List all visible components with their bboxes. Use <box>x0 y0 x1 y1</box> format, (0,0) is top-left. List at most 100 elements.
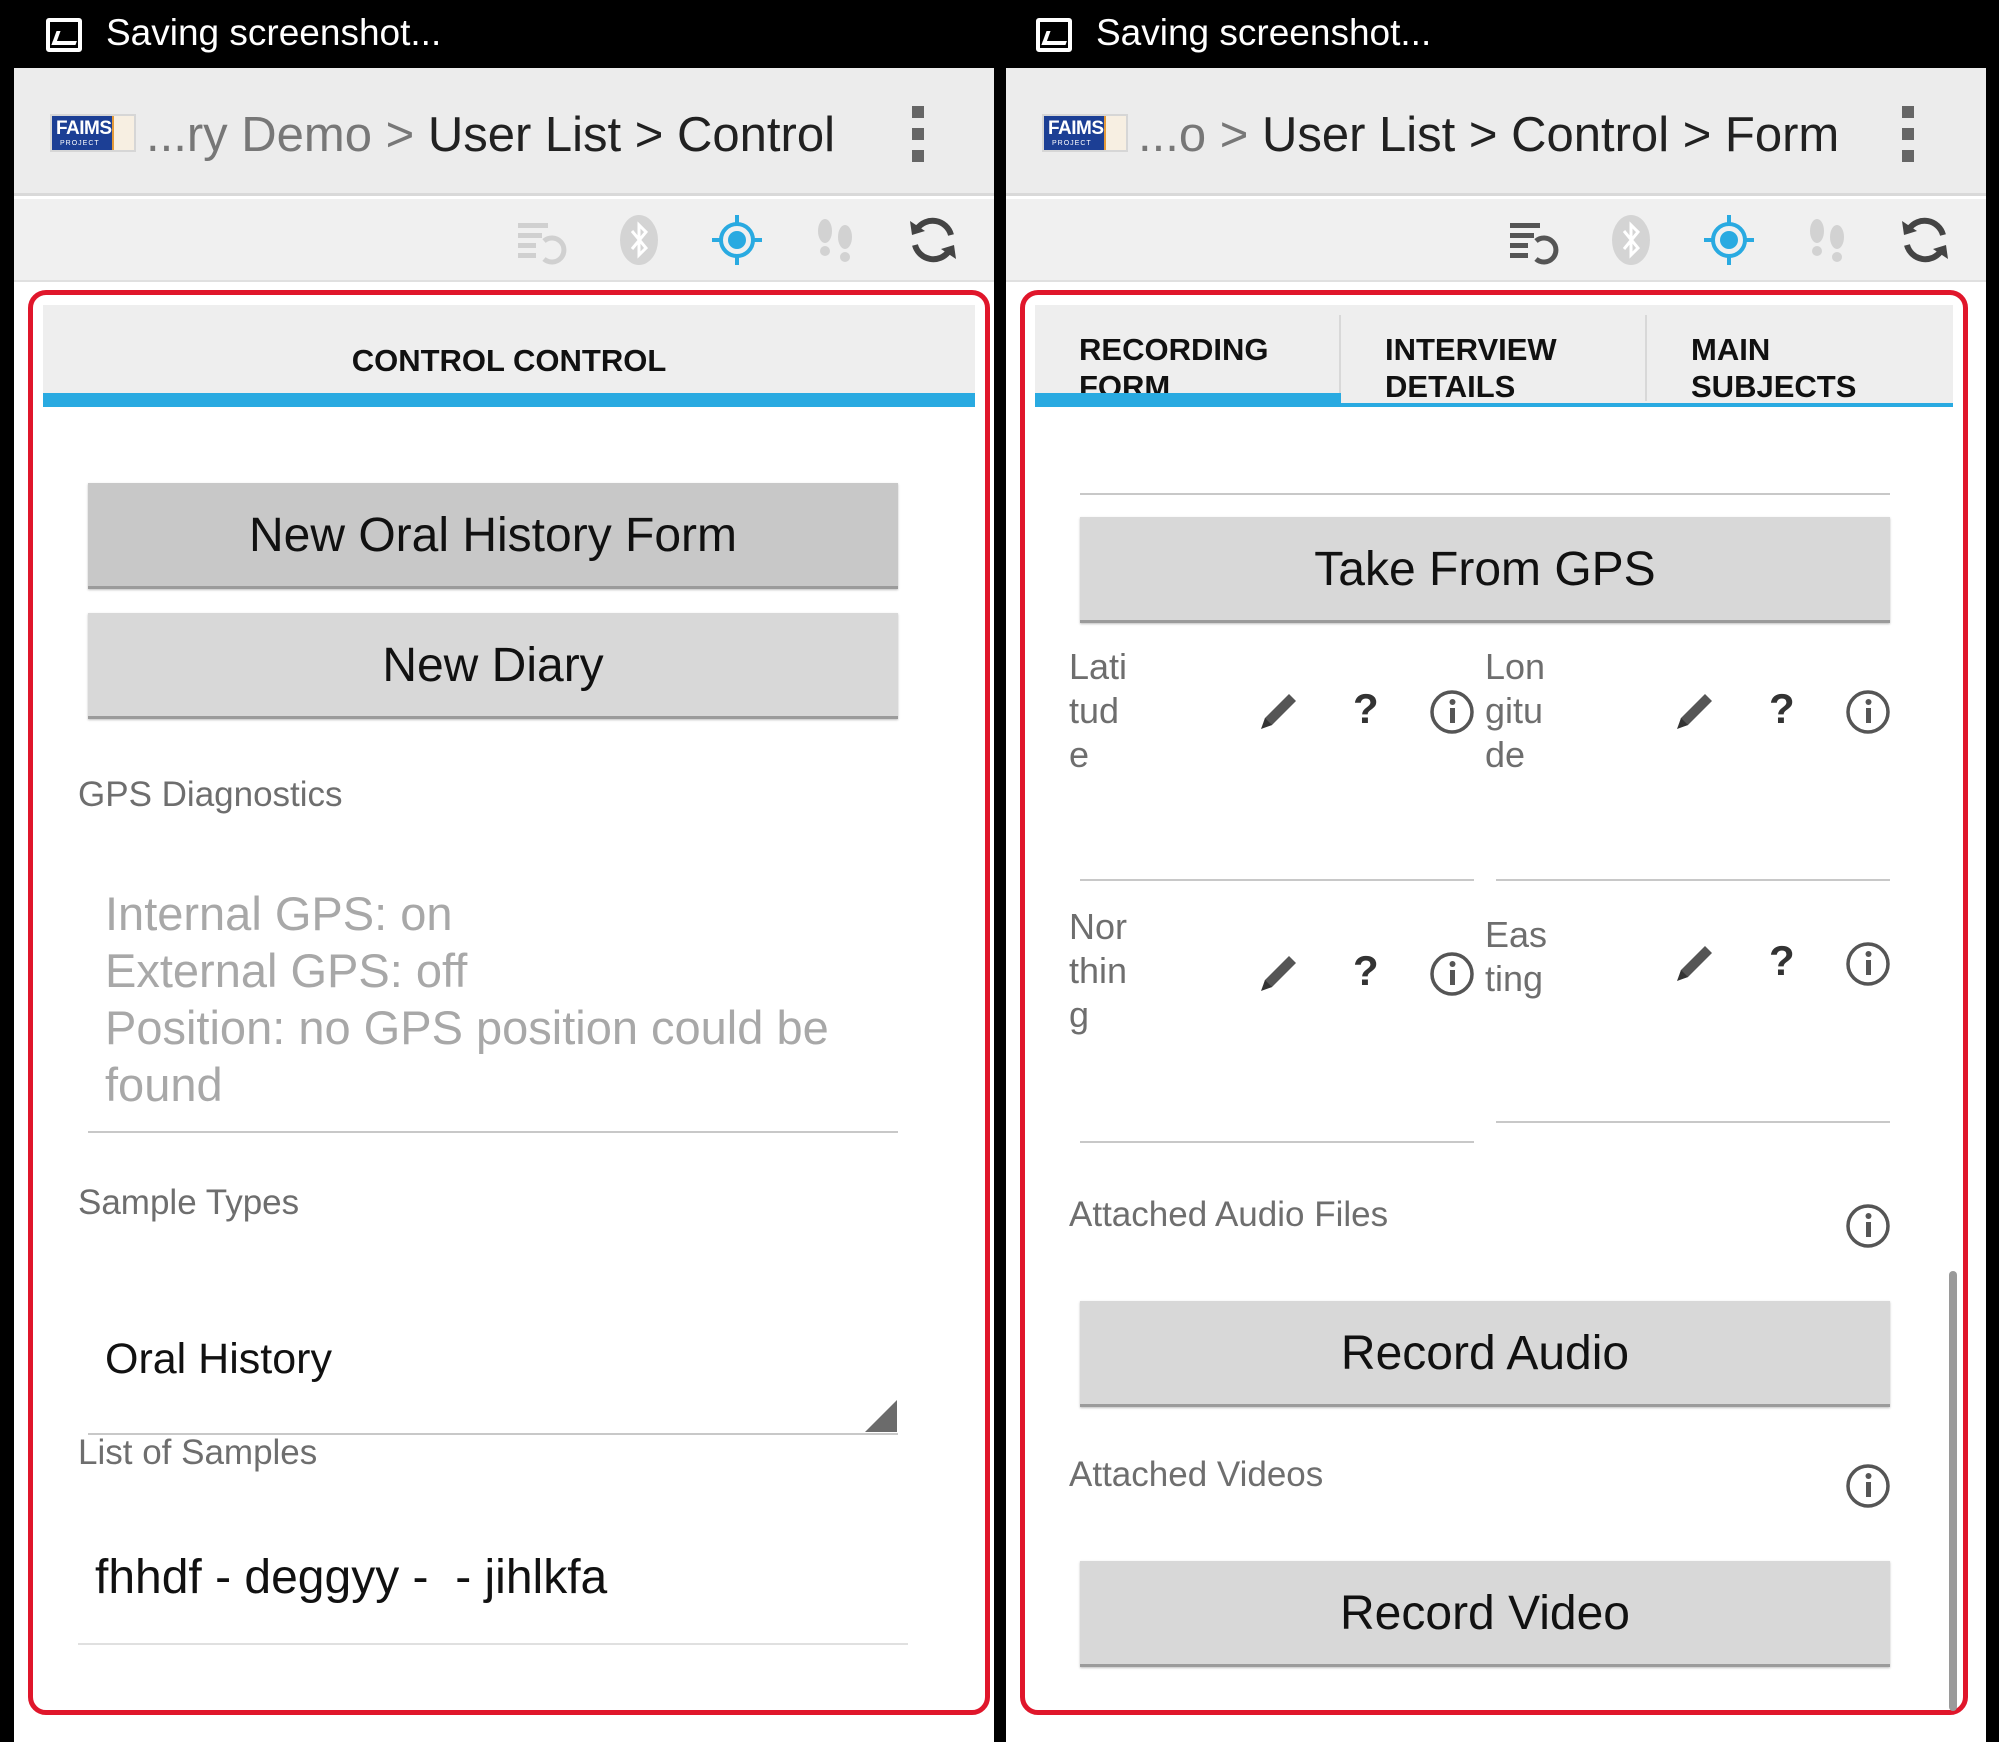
gps-diagnostics-label: GPS Diagnostics <box>78 775 343 814</box>
tab-indicator <box>1341 403 1647 407</box>
image-icon <box>1036 18 1072 52</box>
info-icon[interactable] <box>1429 689 1475 735</box>
logo-subtext: PROJECT <box>1052 140 1092 147</box>
tab-label: INTERVIEW DETAILS <box>1385 331 1557 405</box>
scrollbar[interactable] <box>1949 1271 1957 1711</box>
sync-list-icon[interactable] <box>1506 213 1560 267</box>
content-frame: RECORDING FORM INTERVIEW DETAILS MAIN SU… <box>1020 290 1968 1715</box>
logo-subtext: PROJECT <box>60 140 100 147</box>
dropdown-corner-icon <box>865 1400 897 1432</box>
content-frame: CONTROL CONTROL New Oral History Form Ne… <box>28 290 990 1715</box>
status-icon-bar <box>14 199 994 282</box>
attached-videos-label: Attached Videos <box>1069 1455 1324 1494</box>
tab-label-line: MAIN <box>1691 332 1771 367</box>
info-icon[interactable] <box>1845 1463 1891 1509</box>
tab-indicator <box>1035 393 1341 407</box>
image-icon <box>46 18 82 52</box>
pencil-icon[interactable] <box>1671 941 1717 987</box>
take-from-gps-button[interactable]: Take From GPS <box>1080 517 1890 623</box>
label-part: Eas <box>1485 914 1548 955</box>
longitude-label: Lon gitu de <box>1485 645 1565 777</box>
label-part: g <box>1069 994 1090 1035</box>
gps-internal-line: Internal GPS: on <box>105 887 453 940</box>
easting-underline <box>1496 1121 1890 1123</box>
breadcrumb-truncated[interactable]: ...ry Demo > <box>146 108 414 162</box>
help-icon[interactable]: ? <box>1769 937 1795 985</box>
gps-field-underline <box>88 1131 898 1133</box>
northing-label: Nor thin g <box>1069 905 1149 1037</box>
action-bar: FAIMS PROJECT ...o > User List > Control… <box>1006 68 1986 196</box>
label-part: gitu <box>1485 690 1544 731</box>
breadcrumb-truncated[interactable]: ...o > <box>1138 108 1248 162</box>
info-icon[interactable] <box>1429 951 1475 997</box>
northing-underline <box>1080 1141 1474 1143</box>
help-icon[interactable]: ? <box>1353 685 1379 733</box>
label-part: Lon <box>1485 646 1546 687</box>
gps-diagnostics-text: Internal GPS: on External GPS: off Posit… <box>105 885 905 1113</box>
tab-label-line: SUBJECTS <box>1691 369 1857 404</box>
tab-control-control[interactable]: CONTROL CONTROL <box>43 305 975 407</box>
logo-text: FAIMS <box>56 118 112 139</box>
overflow-menu-icon[interactable] <box>912 106 926 162</box>
breadcrumb: ...ry Demo > User List > Control <box>146 106 835 164</box>
new-oral-history-form-button[interactable]: New Oral History Form <box>88 483 898 589</box>
info-icon[interactable] <box>1845 689 1891 735</box>
label-part: e <box>1069 734 1090 775</box>
tab-label-line: RECORDING <box>1079 332 1269 367</box>
tab-indicator <box>43 393 975 407</box>
pencil-icon[interactable] <box>1255 951 1301 997</box>
left-screen: Saving screenshot... FAIMS PROJECT ...ry… <box>0 0 1010 1742</box>
footprints-icon[interactable] <box>808 213 862 267</box>
refresh-icon[interactable] <box>906 213 960 267</box>
sync-list-icon[interactable] <box>514 213 568 267</box>
record-audio-button[interactable]: Record Audio <box>1080 1301 1890 1407</box>
tab-main-subjects[interactable]: MAIN SUBJECTS <box>1647 305 1953 407</box>
action-bar: FAIMS PROJECT ...ry Demo > User List > C… <box>14 68 994 196</box>
tab-label: MAIN SUBJECTS <box>1691 331 1856 405</box>
easting-label: Eas ting <box>1485 913 1565 1001</box>
faims-logo[interactable]: FAIMS PROJECT <box>50 114 136 152</box>
gps-target-icon[interactable] <box>1702 213 1756 267</box>
label-part: thin <box>1069 950 1128 991</box>
tab-recording-form[interactable]: RECORDING FORM <box>1035 305 1341 407</box>
right-screen: Saving screenshot... FAIMS PROJECT ...o … <box>990 0 1999 1742</box>
bluetooth-icon[interactable] <box>1604 213 1658 267</box>
gps-position-line-cont: found <box>105 1058 223 1111</box>
record-video-button[interactable]: Record Video <box>1080 1561 1890 1667</box>
status-bar: Saving screenshot... <box>0 0 1010 68</box>
list-of-samples-label: List of Samples <box>78 1433 318 1472</box>
longitude-underline <box>1496 879 1890 881</box>
gps-target-icon[interactable] <box>710 213 764 267</box>
bluetooth-icon[interactable] <box>612 213 666 267</box>
samples-list-item[interactable]: fhhdf - deggyy - - jihlkfa <box>95 1550 607 1605</box>
label-part: Lati <box>1069 646 1128 687</box>
info-icon[interactable] <box>1845 1203 1891 1249</box>
tab-interview-details[interactable]: INTERVIEW DETAILS <box>1341 305 1647 407</box>
overflow-menu-icon[interactable] <box>1902 106 1916 162</box>
breadcrumb-current: User List > Control <box>427 108 835 162</box>
status-icon-bar <box>1006 199 1986 282</box>
field-underline <box>1080 493 1890 495</box>
sample-types-select[interactable]: Oral History <box>105 1335 332 1384</box>
help-icon[interactable]: ? <box>1769 685 1795 733</box>
tab-indicator <box>1647 403 1953 407</box>
help-icon[interactable]: ? <box>1353 947 1379 995</box>
latitude-underline <box>1080 879 1474 881</box>
info-icon[interactable] <box>1845 941 1891 987</box>
label-part: ting <box>1485 958 1544 999</box>
status-text: Saving screenshot... <box>1096 12 1432 53</box>
footprints-icon[interactable] <box>1800 213 1854 267</box>
status-text: Saving screenshot... <box>106 12 442 53</box>
tab-label: CONTROL CONTROL <box>351 343 667 378</box>
new-diary-button[interactable]: New Diary <box>88 613 898 719</box>
breadcrumb-current: User List > Control > Form <box>1261 108 1840 162</box>
breadcrumb: ...o > User List > Control > Form <box>1138 106 1839 164</box>
status-bar: Saving screenshot... <box>990 0 1999 68</box>
faims-logo[interactable]: FAIMS PROJECT <box>1042 114 1128 152</box>
label-part: tud <box>1069 690 1120 731</box>
tab-label-line: DETAILS <box>1385 369 1516 404</box>
tab-strip: RECORDING FORM INTERVIEW DETAILS MAIN SU… <box>1035 305 1953 407</box>
refresh-icon[interactable] <box>1898 213 1952 267</box>
pencil-icon[interactable] <box>1255 689 1301 735</box>
pencil-icon[interactable] <box>1671 689 1717 735</box>
